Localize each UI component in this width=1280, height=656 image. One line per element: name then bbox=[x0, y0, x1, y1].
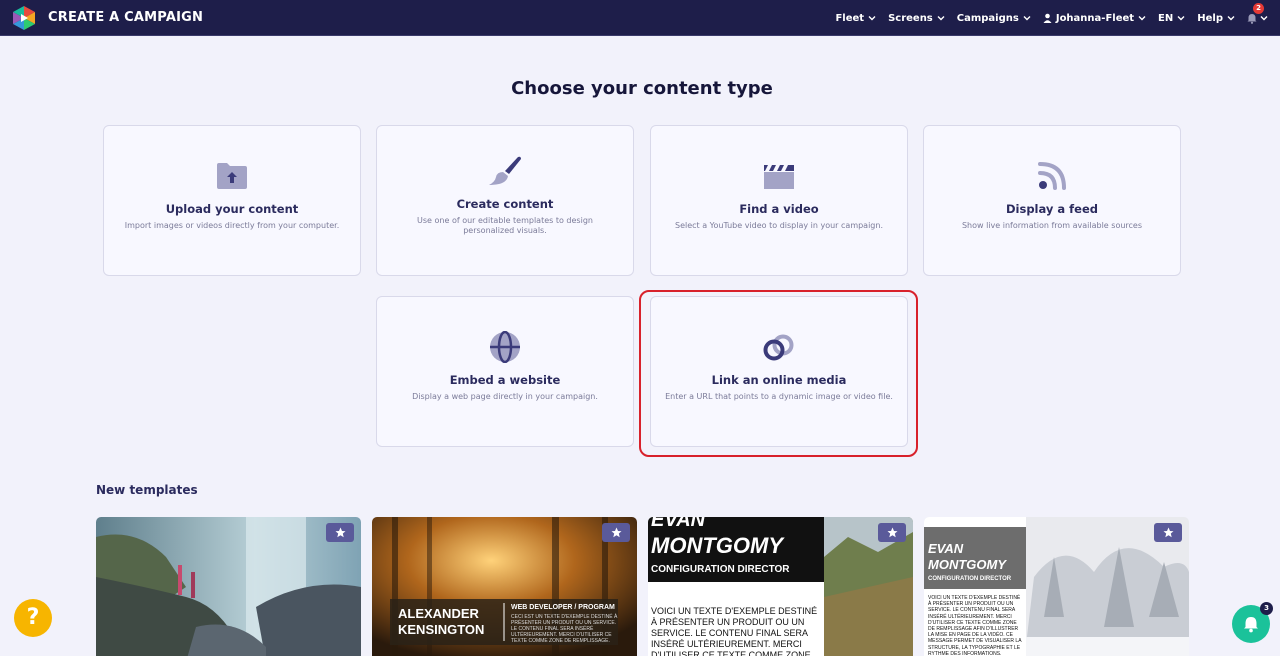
card-title: Display a feed bbox=[1005, 202, 1098, 216]
nav-campaigns[interactable]: Campaigns bbox=[957, 13, 1031, 24]
template-body-text: VOICI UN TEXTE D'EXEMPLE DESTINÉ À PRÉSE… bbox=[928, 595, 1022, 656]
nav-fleet-label: Fleet bbox=[835, 12, 865, 24]
selection-highlight bbox=[639, 290, 918, 457]
app-title: CREATE A CAMPAIGN bbox=[48, 10, 204, 25]
top-nav: Fleet Screens Campaigns Johanna-Fleet EN… bbox=[835, 0, 1268, 36]
template-name-line1: EVAN bbox=[928, 541, 964, 556]
card-embed-website[interactable]: Embed a website Display a web page direc… bbox=[376, 296, 634, 447]
card-title: Find a video bbox=[739, 202, 819, 216]
nav-help-label: Help bbox=[1197, 12, 1223, 24]
card-title: Embed a website bbox=[449, 373, 561, 387]
card-upload-content[interactable]: Upload your content Import images or vid… bbox=[103, 125, 361, 276]
clapperboard-icon bbox=[764, 165, 794, 189]
nav-screens[interactable]: Screens bbox=[888, 13, 945, 24]
template-role: CONFIGURATION DIRECTOR bbox=[651, 564, 790, 575]
chevron-down-icon bbox=[1177, 16, 1185, 21]
rss-icon bbox=[1038, 162, 1066, 190]
favorite-star-button[interactable] bbox=[878, 523, 906, 542]
template-name-line2: MONTGOMY bbox=[928, 557, 1006, 572]
nav-user-menu[interactable]: Johanna-Fleet bbox=[1043, 13, 1146, 24]
top-bar: CREATE A CAMPAIGN Fleet Screens Campaign… bbox=[0, 0, 1280, 36]
nav-user-label: Johanna-Fleet bbox=[1055, 12, 1135, 24]
chevron-down-icon bbox=[868, 16, 876, 21]
nav-help[interactable]: Help bbox=[1197, 13, 1235, 24]
template-role: CONFIGURATION DIRECTOR bbox=[928, 576, 1012, 582]
chevron-down-icon bbox=[1227, 16, 1235, 21]
notification-count-badge: 3 bbox=[1260, 602, 1273, 615]
star-icon bbox=[335, 527, 345, 538]
new-templates-heading: New templates bbox=[96, 483, 198, 497]
card-description: Display a web page directly in your camp… bbox=[412, 392, 598, 401]
template-thumbnail bbox=[96, 517, 361, 656]
bell-icon bbox=[1244, 616, 1258, 632]
chevron-down-icon bbox=[937, 16, 945, 21]
nav-fleet[interactable]: Fleet bbox=[835, 13, 876, 24]
globe-icon bbox=[490, 331, 520, 363]
card-create-content[interactable]: Create content Use one of our editable t… bbox=[376, 125, 634, 276]
card-description: Show live information from available sou… bbox=[961, 221, 1143, 230]
card-description: Select a YouTube video to display in you… bbox=[674, 221, 883, 230]
user-icon bbox=[1043, 13, 1052, 23]
card-description: Use one of our editable templates to des… bbox=[417, 216, 593, 235]
template-card-evan-montgomy[interactable]: EVAN MONTGOMY CONFIGURATION DIRECTOR VOI… bbox=[648, 517, 913, 656]
card-title: Create content bbox=[456, 197, 554, 211]
nav-screens-label: Screens bbox=[888, 12, 933, 24]
card-description: Import images or videos directly from yo… bbox=[124, 221, 340, 230]
nav-language[interactable]: EN bbox=[1158, 13, 1185, 24]
star-icon bbox=[611, 527, 621, 538]
app-logo-icon[interactable] bbox=[11, 5, 37, 31]
template-name-line2: MONTGOMY bbox=[651, 533, 783, 558]
template-card-waterfall[interactable] bbox=[96, 517, 361, 656]
notification-count-badge: 2 bbox=[1253, 2, 1264, 14]
upload-folder-icon bbox=[217, 163, 247, 189]
notifications-button[interactable]: 3 bbox=[1232, 602, 1273, 643]
card-display-feed[interactable]: Display a feed Show live information fro… bbox=[923, 125, 1181, 276]
nav-notifications[interactable]: 2 bbox=[1247, 2, 1268, 24]
template-body-text: VOICI UN TEXTE D'EXEMPLE DESTINÉ À PRÉSE… bbox=[651, 606, 818, 656]
template-role: WEB DEVELOPER / PROGRAM bbox=[511, 604, 615, 611]
favorite-star-button[interactable] bbox=[326, 523, 354, 542]
template-body-text: CECI EST UN TEXTE D'EXEMPLE DESTINÉ À PR… bbox=[511, 614, 618, 644]
page-title: Choose your content type bbox=[511, 78, 773, 99]
star-icon bbox=[887, 527, 897, 538]
nav-campaigns-label: Campaigns bbox=[956, 12, 1019, 24]
brush-icon bbox=[489, 156, 521, 185]
favorite-star-button[interactable] bbox=[1154, 523, 1182, 542]
nav-language-label: EN bbox=[1158, 12, 1174, 24]
card-find-video[interactable]: Find a video Select a YouTube video to d… bbox=[650, 125, 908, 276]
template-name-line1: ALEXANDER bbox=[398, 606, 479, 621]
template-name-line2: KENSINGTON bbox=[398, 622, 485, 637]
card-title: Upload your content bbox=[165, 202, 299, 216]
bell-icon bbox=[1247, 13, 1257, 24]
template-name-line1: EVAN bbox=[651, 517, 706, 531]
chevron-down-icon bbox=[1023, 16, 1031, 21]
star-icon bbox=[1163, 527, 1173, 538]
template-card-evan-montgomy-winter[interactable]: EVAN MONTGOMY CONFIGURATION DIRECTOR VOI… bbox=[924, 517, 1189, 656]
favorite-star-button[interactable] bbox=[602, 523, 630, 542]
chevron-down-icon bbox=[1138, 16, 1146, 21]
help-button[interactable]: ? bbox=[14, 599, 52, 637]
chevron-down-icon bbox=[1260, 16, 1268, 21]
template-card-alexander-kensington[interactable]: ALEXANDER KENSINGTON WEB DEVELOPER / PRO… bbox=[372, 517, 637, 656]
